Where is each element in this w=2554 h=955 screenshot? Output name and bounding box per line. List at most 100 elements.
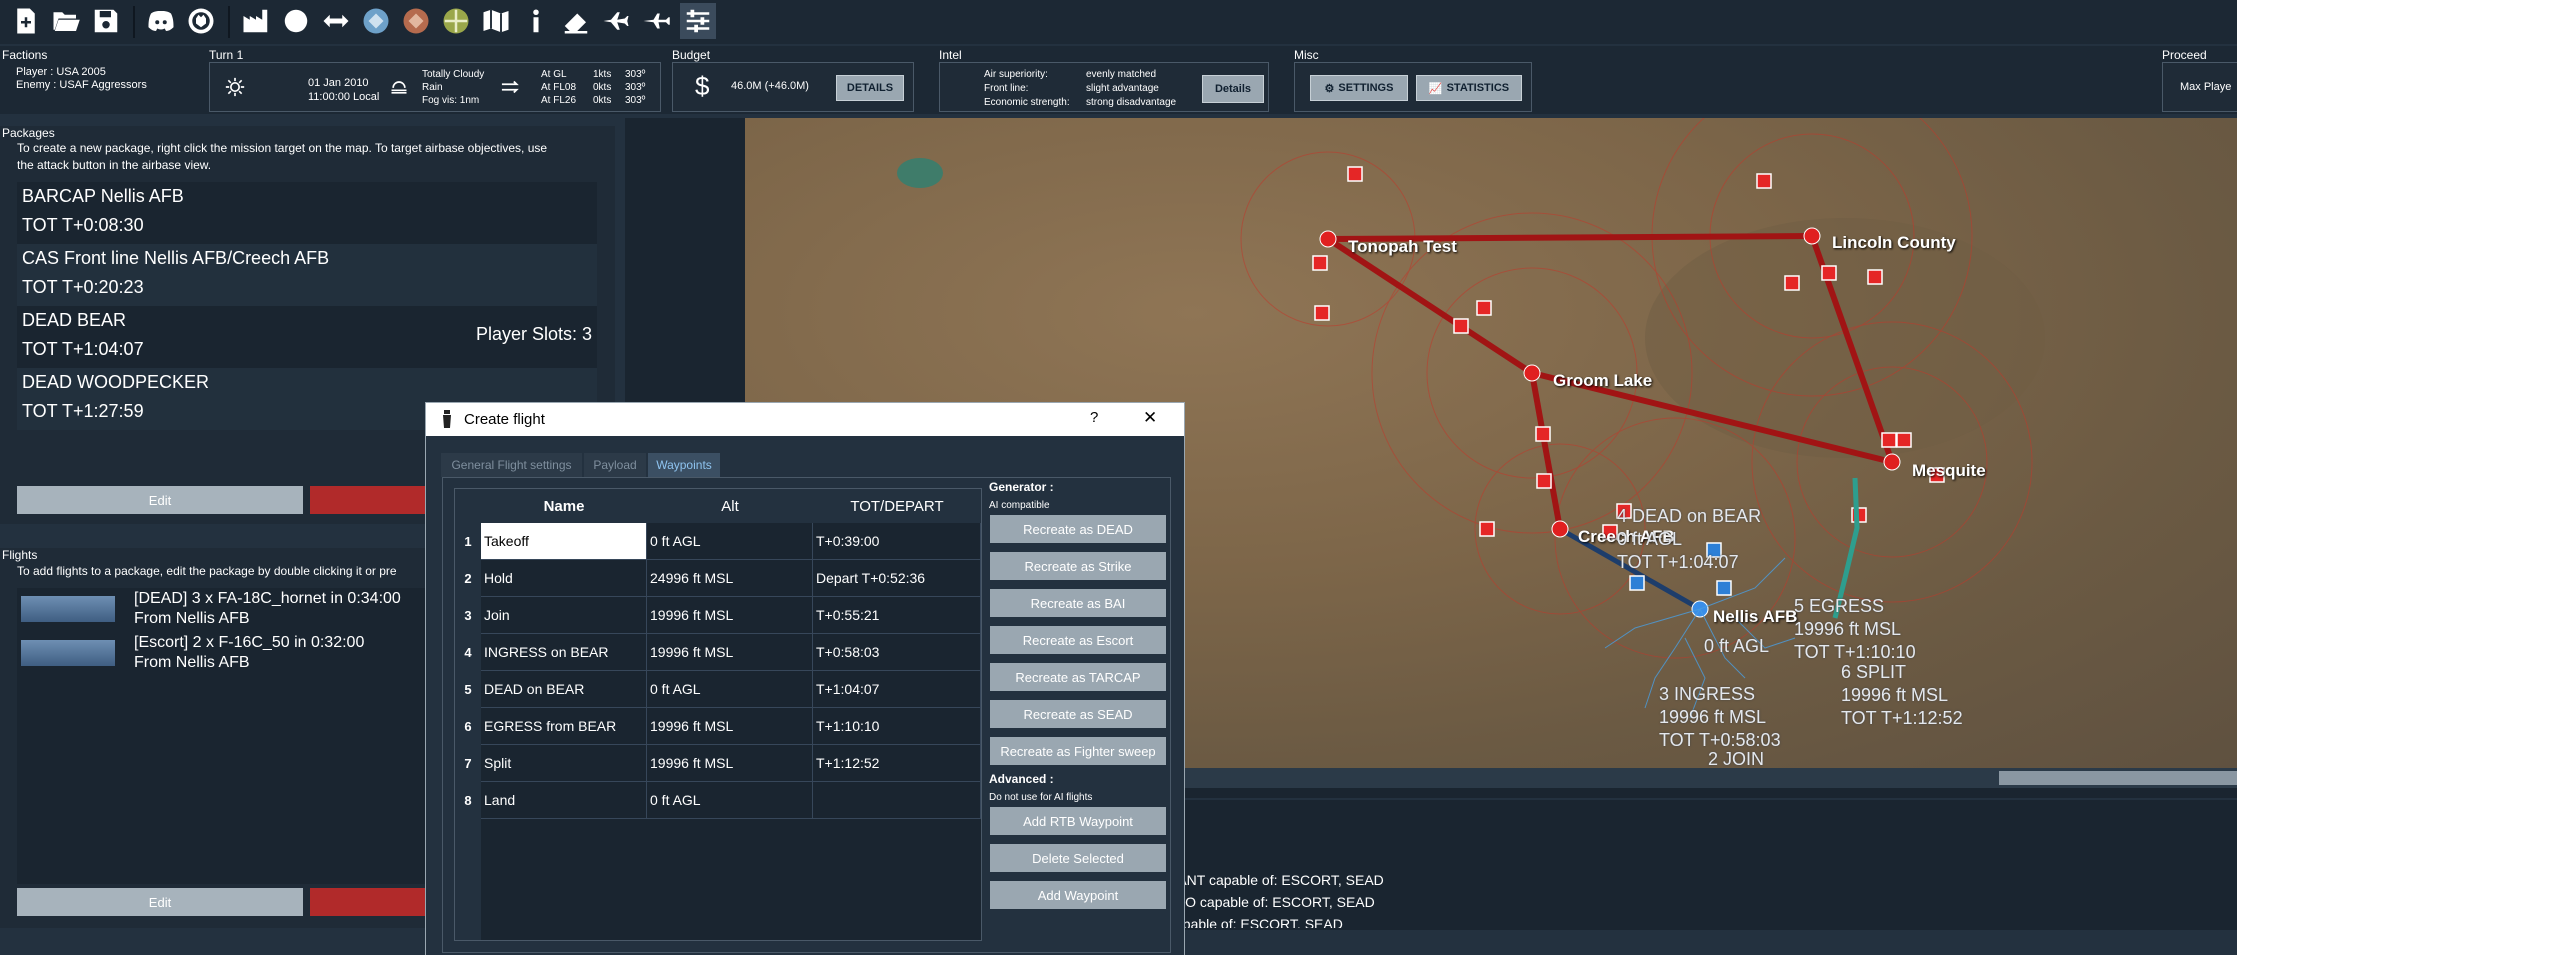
generator-title: Generator :	[989, 480, 1054, 494]
settings-sliders-icon[interactable]	[680, 3, 716, 39]
add-rtb-waypoint-button[interactable]: Add RTB Waypoint	[990, 807, 1166, 835]
intel-details-button[interactable]: Details	[1202, 75, 1264, 103]
gear-icon: ⚙	[1324, 82, 1335, 95]
waypoint-alt-cell[interactable]: 19996 ft MSL	[647, 708, 813, 745]
waypoints-table: Name Alt TOT/DEPART 1 Takeoff 0 ft AGL T…	[454, 488, 982, 941]
recreate-sead-button[interactable]: Recreate as SEAD	[990, 700, 1166, 728]
info-icon[interactable]	[518, 3, 554, 39]
close-icon[interactable]: ✕	[1143, 408, 1157, 428]
flight-origin: From Nellis AFB	[134, 610, 250, 627]
waypoint-alt-cell[interactable]: 0 ft AGL	[647, 523, 813, 560]
recreate-strike-button[interactable]: Recreate as Strike	[990, 552, 1166, 580]
recreate-escort-button[interactable]: Recreate as Escort	[990, 626, 1166, 654]
delete-selected-button[interactable]: Delete Selected	[990, 844, 1166, 872]
max-players-button[interactable]: Max Playe	[2180, 81, 2231, 93]
budget-details-button[interactable]: DETAILS	[836, 75, 904, 101]
waypoint-alt-cell[interactable]: 0 ft AGL	[647, 782, 813, 819]
help-button[interactable]: ?	[1090, 409, 1098, 426]
package-item[interactable]: BARCAP Nellis AFB TOT T+0:08:30	[17, 182, 597, 244]
statistics-button[interactable]: 📈 STATISTICS	[1416, 75, 1522, 101]
waypoint-tot-cell[interactable]: T+0:55:21	[813, 597, 981, 634]
waypoint-tot-cell[interactable]: T+1:12:52	[813, 745, 981, 782]
row-number: 7	[455, 745, 481, 782]
base-label-mesquite[interactable]: Mesquite	[1912, 461, 1986, 481]
table-row[interactable]: 7 Split 19996 ft MSL T+1:12:52	[455, 745, 981, 782]
table-row[interactable]: 1 Takeoff 0 ft AGL T+0:39:00	[455, 523, 981, 560]
waypoint-tot-cell[interactable]: T+1:10:10	[813, 708, 981, 745]
settings-button[interactable]: ⚙ SETTINGS	[1310, 75, 1408, 101]
github-icon[interactable]	[183, 3, 219, 39]
waypoint-name-cell[interactable]: Join	[481, 597, 647, 634]
intel-label-economy: Economic strength:	[984, 97, 1070, 108]
waypoint-name-cell[interactable]: Split	[481, 745, 647, 782]
wind-icon	[501, 79, 523, 95]
package-item[interactable]: CAS Front line Nellis AFB/Creech AFB TOT…	[17, 244, 597, 306]
circle-icon[interactable]	[278, 3, 314, 39]
waypoint-name-cell[interactable]: DEAD on BEAR	[481, 671, 647, 708]
packages-list: BARCAP Nellis AFB TOT T+0:08:30 CAS Fron…	[17, 182, 597, 430]
waypoint-tot-cell[interactable]	[813, 782, 981, 819]
waypoint-name-cell[interactable]: EGRESS from BEAR	[481, 708, 647, 745]
table-row[interactable]: 8 Land 0 ft AGL	[455, 782, 981, 819]
waypoint-alt-cell[interactable]: 24996 ft MSL	[647, 560, 813, 597]
table-row[interactable]: 5 DEAD on BEAR 0 ft AGL T+1:04:07	[455, 671, 981, 708]
waypoint-alt-cell[interactable]: 19996 ft MSL	[647, 634, 813, 671]
waypoint-alt-cell[interactable]: 19996 ft MSL	[647, 597, 813, 634]
dialog-titlebar[interactable]: Create flight ? ✕	[426, 403, 1184, 436]
map-icon[interactable]	[478, 3, 514, 39]
edit-package-button[interactable]: Edit	[17, 486, 303, 514]
aircraft-thumbnail	[21, 596, 115, 622]
waypoint-name-cell[interactable]: Land	[481, 782, 647, 819]
culling-zone-icon[interactable]	[438, 3, 474, 39]
column-header-tot[interactable]: TOT/DEPART	[813, 489, 981, 523]
base-label-groom-lake[interactable]: Groom Lake	[1553, 371, 1652, 391]
waypoint-name-cell[interactable]: Takeoff	[481, 523, 647, 560]
tab-payload[interactable]: Payload	[584, 453, 646, 477]
top-info-bar: Factions Player : USA 2005 Enemy : USAF …	[0, 46, 2237, 114]
add-waypoint-button[interactable]: Add Waypoint	[990, 881, 1166, 909]
recreate-dead-button[interactable]: Recreate as DEAD	[990, 515, 1166, 543]
red-sam-icon[interactable]	[398, 3, 434, 39]
open-folder-icon[interactable]	[48, 3, 84, 39]
column-header-alt[interactable]: Alt	[647, 489, 813, 523]
column-header-name[interactable]: Name	[481, 489, 647, 523]
waypoint-name-cell[interactable]: Hold	[481, 560, 647, 597]
statistics-button-label: STATISTICS	[1446, 82, 1510, 94]
eraser-icon[interactable]	[558, 3, 594, 39]
new-game-icon[interactable]	[8, 3, 44, 39]
package-item[interactable]: DEAD BEAR TOT T+1:04:07 Player Slots: 3	[17, 306, 597, 368]
base-label-nellis[interactable]: Nellis AFB	[1713, 607, 1797, 627]
aircraft-in-flight-icon[interactable]	[598, 3, 634, 39]
base-label-lincoln[interactable]: Lincoln County	[1832, 233, 1956, 253]
waypoint-name-cell[interactable]: INGRESS on BEAR	[481, 634, 647, 671]
wind-dir-3: 303º	[625, 95, 646, 106]
table-row[interactable]: 6 EGRESS from BEAR 19996 ft MSL T+1:10:1…	[455, 708, 981, 745]
factory-icon[interactable]	[238, 3, 274, 39]
tab-general-settings[interactable]: General Flight settings	[441, 453, 582, 477]
waypoint-tot-cell[interactable]: Depart T+0:52:36	[813, 560, 981, 597]
waypoint-tot-cell[interactable]: T+0:58:03	[813, 634, 981, 671]
base-label-tonopah[interactable]: Tonopah Test	[1348, 237, 1457, 257]
recreate-fighter-sweep-button[interactable]: Recreate as Fighter sweep	[990, 737, 1166, 765]
edit-flight-button[interactable]: Edit	[17, 888, 303, 916]
recreate-tarcap-button[interactable]: Recreate as TARCAP	[990, 663, 1166, 691]
package-name: DEAD WOODPECKER	[22, 372, 210, 392]
map-scroll-thumb[interactable]	[1999, 771, 2237, 785]
intel-box: Intel Air superiority: evenly matched Fr…	[937, 46, 1272, 112]
table-row[interactable]: 3 Join 19996 ft MSL T+0:55:21	[455, 597, 981, 634]
arrows-horizontal-icon[interactable]	[318, 3, 354, 39]
table-row[interactable]: 4 INGRESS on BEAR 19996 ft MSL T+0:58:03	[455, 634, 981, 671]
aircraft-icon[interactable]	[638, 3, 674, 39]
blue-sam-icon[interactable]	[358, 3, 394, 39]
save-icon[interactable]	[88, 3, 124, 39]
waypoint-tot-cell[interactable]: T+0:39:00	[813, 523, 981, 560]
recreate-bai-button[interactable]: Recreate as BAI	[990, 589, 1166, 617]
aircraft-thumbnail	[21, 640, 115, 666]
info-line: SANT capable of: ESCORT, SEAD	[1168, 872, 1384, 888]
table-row[interactable]: 2 Hold 24996 ft MSL Depart T+0:52:36	[455, 560, 981, 597]
discord-icon[interactable]	[143, 3, 179, 39]
waypoint-tot-cell[interactable]: T+1:04:07	[813, 671, 981, 708]
waypoint-alt-cell[interactable]: 19996 ft MSL	[647, 745, 813, 782]
tab-waypoints[interactable]: Waypoints	[648, 453, 720, 477]
waypoint-alt-cell[interactable]: 0 ft AGL	[647, 671, 813, 708]
